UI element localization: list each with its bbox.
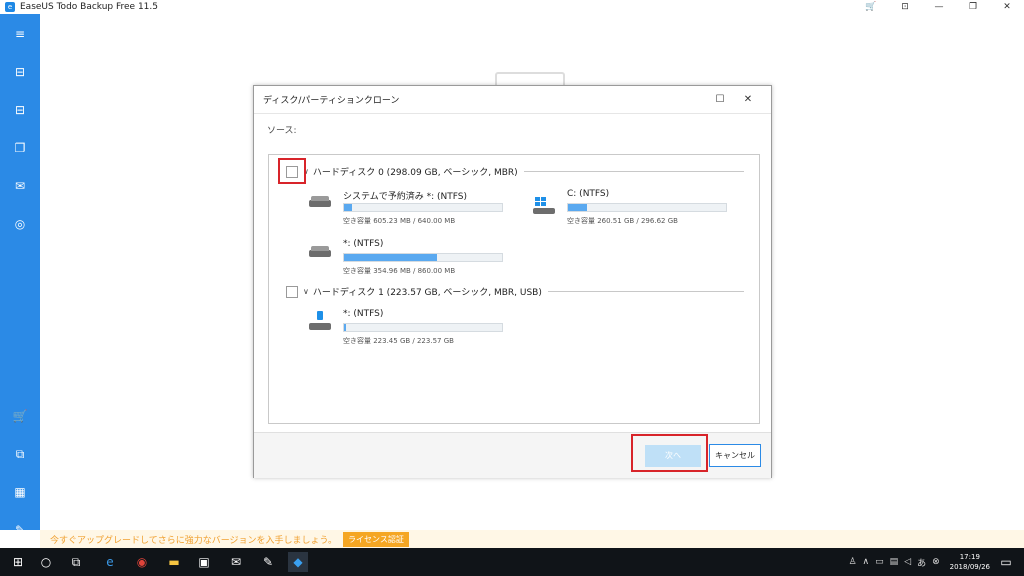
disk-0-name: ハードディスク 0 (298.09 GB, ベーシック, MBR)	[312, 168, 518, 178]
network-icon[interactable]: ▤	[890, 557, 899, 567]
disk-row[interactable]: ∨ ハードディスク 0 (298.09 GB, ベーシック, MBR)	[286, 165, 744, 178]
apps-icon[interactable]: ▦	[10, 482, 30, 502]
upgrade-bar: 今すぐアップグレードしてさらに強力なバージョンを入手しましょう。 ライセンス認証	[40, 530, 1024, 548]
highlight-box	[278, 158, 306, 184]
taskbar: ⊞ ○ ⧉ e ◉ ▬ ▣ ✉ ✎ ◆ ♙ ∧ ▭ ▤ ◁ あ ⊗ 17:19 …	[0, 548, 1024, 576]
system-backup-icon[interactable]: ⊟	[10, 100, 30, 120]
mail-backup-icon[interactable]: ✉	[10, 176, 30, 196]
partition-info: 空き容量 605.23 MB / 640.00 MB	[343, 217, 456, 225]
date: 2018/09/26	[949, 563, 990, 571]
smart-backup-icon[interactable]: ◎	[10, 214, 30, 234]
license-button[interactable]: ライセンス認証	[343, 531, 409, 547]
usage-bar	[343, 323, 503, 332]
dialog-title: ディスク/パーティションクローン	[263, 96, 400, 106]
ime-icon[interactable]: あ	[917, 556, 926, 569]
disk-1-name: ハードディスク 1 (223.57 GB, ベーシック, MBR, USB)	[312, 288, 542, 298]
system-tray: ♙ ∧ ▭ ▤ ◁ あ ⊗ 17:19 2018/09/26	[848, 548, 990, 576]
partition-info: 空き容量 260.51 GB / 296.62 GB	[567, 217, 678, 225]
usage-bar	[343, 253, 503, 262]
minimize-button[interactable]: —	[922, 0, 956, 14]
disk-1-checkbox[interactable]	[286, 285, 298, 298]
volume-icon[interactable]: ◁	[904, 557, 911, 567]
window-title: EaseUS Todo Backup Free 11.5	[20, 2, 158, 12]
partition-name: システムで予約済み *: (NTFS)	[343, 192, 467, 202]
search-icon[interactable]: ○	[36, 552, 56, 572]
tools-icon[interactable]: ✎	[10, 520, 30, 540]
cart-icon[interactable]: 🛒	[10, 406, 30, 426]
dialog-close-button[interactable]: ✕	[740, 92, 756, 108]
highlight-box	[631, 434, 708, 472]
clone-icon[interactable]: ⧉	[10, 444, 30, 464]
partition-item[interactable]: システムで予約済み *: (NTFS) 空き容量 605.23 MB / 640…	[309, 189, 509, 229]
partition-info: 空き容量 223.45 GB / 223.57 GB	[343, 337, 454, 345]
sidebar: ≡ ⊟ ⊟ ❐ ✉ ◎ 🛒 ⧉ ▦ ✎	[0, 14, 40, 537]
partition-name: *: (NTFS)	[343, 309, 384, 319]
maximize-button[interactable]: ❐	[956, 0, 990, 14]
usb-drive-icon	[309, 311, 331, 330]
menu-icon[interactable]: ≡	[10, 24, 30, 44]
partition-item[interactable]: *: (NTFS) 空き容量 354.96 MB / 860.00 MB	[309, 239, 509, 279]
chrome-icon[interactable]: ◉	[132, 552, 152, 572]
hdd-icon	[309, 246, 331, 259]
disk-row[interactable]: ∨ ハードディスク 1 (223.57 GB, ベーシック, MBR, USB)	[286, 285, 744, 298]
edge-icon[interactable]: e	[100, 552, 120, 572]
app-logo-icon: e	[5, 2, 15, 12]
windows-drive-icon	[533, 197, 555, 214]
partition-item[interactable]: C: (NTFS) 空き容量 260.51 GB / 296.62 GB	[533, 189, 733, 229]
task-view-icon[interactable]: ⧉	[66, 552, 86, 572]
clock[interactable]: 17:19 2018/09/26	[950, 552, 990, 572]
partition-name: C: (NTFS)	[567, 189, 610, 199]
chevron-down-icon[interactable]: ∨	[303, 287, 309, 296]
close-button[interactable]: ✕	[990, 0, 1024, 14]
clone-dialog: ディスク/パーティションクローン ☐ ✕ ソース: ∨ ハードディスク 0 (2…	[253, 85, 772, 478]
file-backup-icon[interactable]: ❐	[10, 138, 30, 158]
usage-bar	[567, 203, 727, 212]
cart-icon[interactable]: 🛒	[854, 0, 888, 14]
start-icon[interactable]: ⊞	[8, 552, 28, 572]
people-icon[interactable]: ♙	[848, 557, 856, 567]
partition-name: *: (NTFS)	[343, 239, 384, 249]
title-bar: e EaseUS Todo Backup Free 11.5 🛒 ⊡ — ❐ ✕	[0, 0, 1024, 14]
chevron-up-icon[interactable]: ∧	[863, 557, 870, 567]
source-label: ソース:	[267, 126, 297, 136]
hdd-icon	[309, 196, 331, 209]
partition-item[interactable]: *: (NTFS) 空き容量 223.45 GB / 223.57 GB	[309, 309, 509, 349]
dialog-maximize-button[interactable]: ☐	[712, 92, 728, 108]
easeus-taskbar-icon[interactable]: ◆	[288, 552, 308, 572]
file-explorer-icon[interactable]: ▬	[164, 552, 184, 572]
upgrade-message: 今すぐアップグレードしてさらに強力なバージョンを入手しましょう。	[50, 535, 338, 546]
battery-icon[interactable]: ▭	[875, 557, 884, 567]
usage-bar	[343, 203, 503, 212]
cancel-button[interactable]: キャンセル	[709, 444, 761, 467]
mail-icon[interactable]: ✉	[226, 552, 246, 572]
disk-list-panel: ∨ ハードディスク 0 (298.09 GB, ベーシック, MBR) システム…	[268, 154, 760, 424]
input-icon[interactable]: ⊗	[932, 557, 940, 567]
notification-icon[interactable]: ▭	[996, 552, 1016, 572]
dialog-header: ディスク/パーティションクローン	[254, 86, 771, 114]
partition-info: 空き容量 354.96 MB / 860.00 MB	[343, 267, 456, 275]
time: 17:19	[959, 553, 980, 561]
divider	[523, 171, 744, 172]
disk-backup-icon[interactable]: ⊟	[10, 62, 30, 82]
paint-icon[interactable]: ✎	[258, 552, 278, 572]
restore-view-button[interactable]: ⊡	[888, 0, 922, 14]
store-icon[interactable]: ▣	[194, 552, 214, 572]
divider	[547, 291, 744, 292]
